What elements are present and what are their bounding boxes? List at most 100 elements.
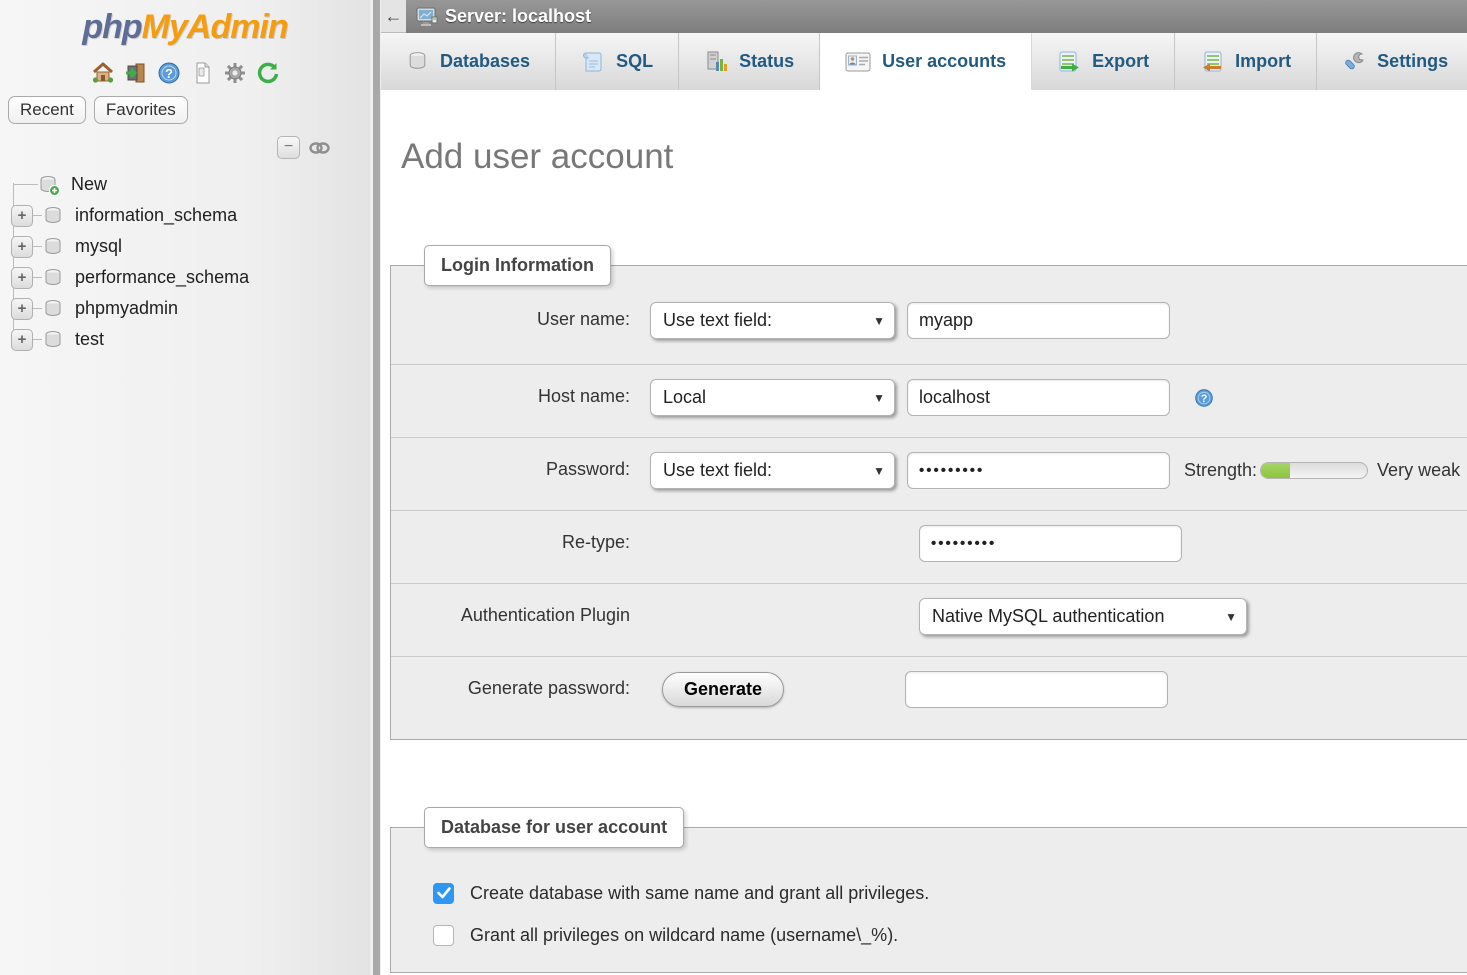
- tree-item-label[interactable]: information_schema: [75, 205, 237, 226]
- logo-myadmin: MyAdmin: [142, 8, 288, 46]
- user-accounts-icon: [845, 51, 871, 73]
- collapse-all-icon[interactable]: −: [277, 136, 300, 159]
- chevron-down-icon: ▼: [873, 464, 885, 478]
- sidebar-toolbar: ?: [0, 60, 370, 86]
- tree-connector: [14, 184, 38, 185]
- home-icon[interactable]: [91, 61, 115, 85]
- create-db-option[interactable]: Create database with same name and grant…: [433, 872, 1467, 914]
- tab-settings[interactable]: Settings: [1317, 33, 1467, 90]
- generate-password-label: Generate password:: [391, 671, 630, 699]
- hostname-help-icon[interactable]: ?: [1194, 388, 1214, 408]
- hostname-input[interactable]: [907, 379, 1170, 416]
- tab-export[interactable]: Export: [1032, 33, 1175, 90]
- tree-connector: [33, 308, 42, 309]
- tree-item-label[interactable]: New: [71, 174, 107, 195]
- svg-text:?: ?: [165, 66, 173, 81]
- retype-label: Re-type:: [391, 525, 630, 553]
- expand-icon[interactable]: +: [11, 298, 33, 320]
- login-information-legend: Login Information: [424, 245, 611, 286]
- generated-password-input[interactable]: [905, 671, 1168, 708]
- expand-icon[interactable]: +: [11, 236, 33, 258]
- tree-controls: −: [0, 124, 370, 159]
- tab-import[interactable]: Import: [1175, 33, 1317, 90]
- password-label: Password:: [391, 452, 630, 480]
- username-input[interactable]: [907, 302, 1170, 339]
- refresh-icon[interactable]: [256, 61, 280, 85]
- username-controls: Use text field:▼: [650, 302, 1170, 339]
- hostname-type-select[interactable]: Local ▼: [650, 379, 895, 416]
- tree-item-label[interactable]: phpmyadmin: [75, 298, 178, 319]
- docs-icon[interactable]: [190, 61, 214, 85]
- tab-status[interactable]: Status: [679, 33, 820, 90]
- tree-item-label[interactable]: performance_schema: [75, 267, 249, 288]
- sidebar-resize-handle[interactable]: [370, 0, 381, 975]
- expand-icon[interactable]: +: [11, 329, 33, 351]
- tree-item-new[interactable]: New: [8, 169, 370, 200]
- logout-icon[interactable]: [124, 61, 148, 85]
- grant-wildcard-option[interactable]: Grant all privileges on wildcard name (u…: [433, 914, 1467, 956]
- import-icon: [1200, 50, 1224, 74]
- chevron-down-icon: ▼: [873, 391, 885, 405]
- phpmyadmin-app: phpMyAdmin ? Recent Favorites: [0, 0, 1467, 975]
- databases-icon: [406, 50, 429, 73]
- strength-label: Strength:: [1184, 460, 1257, 481]
- db-checkbox-0[interactable]: [433, 883, 454, 904]
- selected-option: Native MySQL authentication: [932, 606, 1164, 627]
- server-icon: [416, 7, 438, 27]
- retype-password-input[interactable]: [919, 525, 1182, 562]
- phpmyadmin-logo[interactable]: phpMyAdmin: [0, 0, 370, 47]
- recent-button[interactable]: Recent: [8, 96, 86, 124]
- settings-gear-icon[interactable]: [223, 61, 247, 85]
- tab-label: Databases: [440, 51, 530, 72]
- tree-item-mysql[interactable]: + mysql: [8, 231, 370, 262]
- back-arrow-button[interactable]: ←: [381, 0, 406, 33]
- tree-item-performance-schema[interactable]: + performance_schema: [8, 262, 370, 293]
- checkbox-label[interactable]: Grant all privileges on wildcard name (u…: [470, 925, 898, 946]
- chevron-down-icon: ▼: [873, 314, 885, 328]
- tab-label: Status: [739, 51, 794, 72]
- tree-item-information-schema[interactable]: + information_schema: [8, 200, 370, 231]
- tab-label: SQL: [616, 51, 653, 72]
- selected-option: Local: [663, 387, 706, 408]
- expand-icon[interactable]: +: [11, 205, 33, 227]
- username-type-select[interactable]: Use text field:▼: [650, 302, 895, 339]
- tab-databases[interactable]: Databases: [381, 33, 556, 90]
- tree-item-label[interactable]: mysql: [75, 236, 122, 257]
- auth-plugin-label: Authentication Plugin: [391, 598, 630, 626]
- resize-bar[interactable]: [373, 0, 380, 975]
- checkbox-label[interactable]: Create database with same name and grant…: [470, 883, 929, 904]
- favorites-button[interactable]: Favorites: [94, 96, 188, 124]
- auth-plugin-controls: Native MySQL authentication▼: [650, 598, 1247, 635]
- database-tree: New + information_schema + mysql +: [0, 169, 370, 355]
- server-label[interactable]: Server: localhost: [445, 6, 591, 27]
- tab-label: Export: [1092, 51, 1149, 72]
- logo-php: php: [82, 8, 141, 46]
- sidebar-filter-buttons: Recent Favorites: [0, 86, 370, 124]
- navigation-sidebar: phpMyAdmin ? Recent Favorites: [0, 0, 370, 975]
- tree-connector: [33, 277, 42, 278]
- generate-password-row: Generate password: Generate: [391, 656, 1467, 729]
- database-for-user-fieldset: Database for user account Create databas…: [390, 827, 1467, 973]
- auth-plugin-select[interactable]: Native MySQL authentication▼: [919, 598, 1247, 635]
- hostname-row: Host name: Local▼ ?: [391, 364, 1467, 437]
- tree-item-label[interactable]: test: [75, 329, 104, 350]
- generate-password-controls: Generate: [650, 671, 1168, 708]
- link-panel-icon[interactable]: [309, 141, 330, 155]
- help-icon[interactable]: ?: [157, 61, 181, 85]
- main-panel: ← Server: localhost Databases SQL Status: [381, 0, 1467, 975]
- tree-item-phpmyadmin[interactable]: + phpmyadmin: [8, 293, 370, 324]
- tab-user-accounts[interactable]: User accounts: [820, 33, 1032, 90]
- generate-button[interactable]: Generate: [662, 672, 784, 707]
- tab-sql[interactable]: SQL: [556, 33, 679, 90]
- svg-text:?: ?: [1201, 393, 1208, 405]
- password-row: Password: Use text field:▼ Strength: Ver…: [391, 437, 1467, 510]
- sql-icon: [581, 50, 605, 74]
- password-strength: Strength: Very weak: [1184, 460, 1460, 481]
- expand-icon[interactable]: +: [11, 267, 33, 289]
- db-checkbox-1[interactable]: [433, 925, 454, 946]
- export-icon: [1057, 50, 1081, 74]
- tree-item-test[interactable]: + test: [8, 324, 370, 355]
- database-icon: [42, 236, 64, 258]
- password-input[interactable]: [907, 452, 1170, 489]
- password-type-select[interactable]: Use text field:▼: [650, 452, 895, 489]
